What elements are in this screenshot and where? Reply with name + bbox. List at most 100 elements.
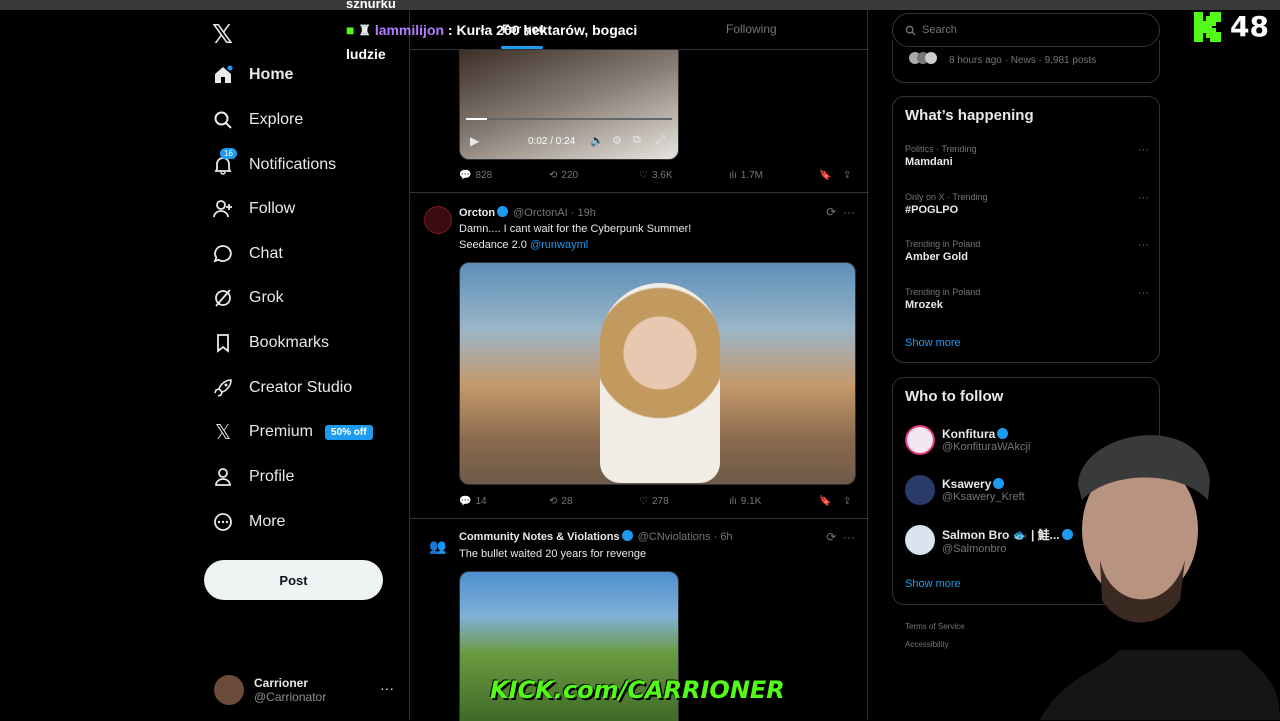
nav-chat-label: Chat [249, 245, 283, 262]
nav-chat[interactable]: Chat [212, 237, 283, 271]
nav-bookmarks-label: Bookmarks [249, 334, 330, 351]
follow-icon [212, 198, 234, 220]
post-time: · 19h [570, 207, 596, 219]
suggestion-name: Konfitura [942, 427, 996, 441]
volume-icon[interactable]: 🔈 [590, 134, 604, 147]
trend-item[interactable]: Only on X · Trending #POGLPO ··· [905, 192, 1149, 216]
repost-icon: ⟲ [549, 496, 558, 507]
nav-profile-label: Profile [249, 468, 295, 485]
repost-button[interactable]: ⟲ 220 [549, 170, 578, 181]
like-count: 3.6K [651, 170, 673, 181]
more-icon[interactable]: ··· [1138, 239, 1149, 251]
bookmark-button[interactable]: 🔖 [819, 170, 831, 181]
show-more-link[interactable]: Show more [905, 578, 961, 590]
author-name[interactable]: Community Notes & Violations [459, 531, 620, 543]
suggestion-handle: @KonfituraWAkcji [942, 441, 1031, 453]
news-card[interactable]: 8 hours ago · News · 9,981 posts [892, 40, 1160, 83]
repost-button[interactable]: ⟲ 28 [549, 496, 573, 507]
post-text-line1: Damn.... I cant wait for the Cyberpunk S… [459, 223, 692, 235]
mention-link[interactable]: @runwayml [530, 239, 588, 251]
more-icon[interactable]: ··· [1138, 192, 1149, 204]
x-logo-icon[interactable]: 𝕏 [212, 20, 233, 50]
avatar[interactable] [424, 206, 452, 234]
more-circle-icon [212, 511, 234, 533]
profile-icon [212, 466, 234, 488]
stream-chat-overlay: sznurku ■ ♜ lammilijon : Kurła 200 hekta… [346, 0, 676, 68]
trend-item[interactable]: Trending in Poland Amber Gold ··· [905, 239, 1149, 263]
share-icon[interactable]: ⇪ [843, 170, 851, 181]
trend-item[interactable]: Trending in Poland Mrozek ··· [905, 287, 1149, 311]
search-placeholder: Search [922, 24, 957, 36]
views-button[interactable]: ılı 9.1K [729, 496, 761, 507]
trend-name: Mrozek [905, 299, 943, 311]
nav-bookmarks[interactable]: Bookmarks [212, 326, 329, 360]
play-icon[interactable]: ▶ [470, 134, 479, 148]
views-button[interactable]: ılı 1.7M [729, 170, 763, 181]
more-icon[interactable]: ··· [380, 680, 394, 696]
nav-notifications[interactable]: 16 Notifications [212, 148, 336, 182]
like-button[interactable]: ♡ 278 [639, 496, 669, 507]
nav-home[interactable]: Home [212, 58, 293, 92]
tab-following[interactable]: Following [726, 22, 777, 36]
post-text: The bullet waited 20 years for revenge [459, 548, 647, 560]
reply-button[interactable]: 💬 828 [459, 170, 492, 181]
more-icon[interactable]: ··· [1138, 144, 1149, 156]
trend-item[interactable]: Politics · Trending Mamdani ··· [905, 144, 1149, 168]
account-switcher[interactable]: Carrioner @Carrionator ··· [214, 670, 394, 710]
account-handle: @Carrionator [254, 690, 327, 704]
fullscreen-icon[interactable]: ⤢ [656, 134, 665, 147]
author-handle[interactable]: @OrctonAI [513, 207, 568, 219]
account-name: Carrioner [254, 676, 309, 690]
trend-meta: Trending in Poland [905, 287, 981, 297]
nav-creator-studio[interactable]: Creator Studio [212, 371, 352, 405]
nav-explore[interactable]: Explore [212, 103, 303, 137]
suggestion-handle: @Ksawery_Kreft [942, 491, 1025, 503]
settings-icon[interactable]: ⚙ [612, 134, 622, 147]
chat-username: lammilijon [374, 22, 445, 38]
post-time: · 6h [713, 531, 733, 543]
trend-name: Mamdani [905, 156, 953, 168]
repost-count: 28 [561, 496, 573, 507]
community-icon[interactable]: 👥 [424, 532, 452, 560]
more-icon[interactable]: ··· [1138, 287, 1149, 299]
post-image[interactable] [459, 262, 856, 485]
repost-count: 220 [561, 170, 579, 181]
avatar [905, 475, 935, 505]
nav-home-label: Home [249, 66, 294, 83]
nav-premium[interactable]: 𝕏 Premium 50% off [212, 415, 373, 449]
nav-more-label: More [249, 513, 286, 530]
home-icon [212, 64, 234, 86]
bell-icon: 16 [212, 148, 237, 176]
view-count: 9.1K [740, 496, 762, 507]
post-menu-icons[interactable]: ⟳ ··· [826, 205, 855, 219]
news-meta: 8 hours ago · News · 9,981 posts [949, 55, 1097, 66]
like-button[interactable]: ♡ 3.6K [639, 170, 673, 181]
chat-text: : Kurła 200 hektarów, bogaci [444, 22, 638, 38]
bookmark-button[interactable]: 🔖 [819, 496, 831, 507]
video-progress-bar[interactable] [466, 118, 672, 120]
post-button[interactable]: Post [204, 560, 383, 600]
footer-terms-link[interactable]: Terms of Service [905, 622, 965, 631]
author-name[interactable]: Orcton [459, 207, 495, 219]
nav-more[interactable]: More [212, 505, 285, 539]
nav-profile[interactable]: Profile [212, 460, 294, 494]
trend-meta: Trending in Poland [905, 239, 981, 249]
author-handle[interactable]: @CNviolations [638, 531, 711, 543]
nav-explore-label: Explore [249, 111, 304, 128]
post-text: Damn.... I cant wait for the Cyberpunk S… [459, 221, 691, 253]
trend-name: #POGLPO [905, 204, 959, 216]
post-menu-icons[interactable]: ⟳ ··· [826, 530, 855, 544]
nav-grok[interactable]: Grok [212, 281, 284, 315]
reply-count: 14 [475, 496, 487, 507]
show-more-link[interactable]: Show more [905, 337, 961, 349]
rocket-icon [212, 377, 234, 399]
footer-accessibility-link[interactable]: Accessibility [905, 640, 949, 649]
nav-follow[interactable]: Follow [212, 192, 295, 226]
nav-grok-label: Grok [249, 289, 284, 306]
post-text-line2: Seedance 2.0 [459, 239, 530, 251]
pip-icon[interactable]: ⧉ [633, 134, 641, 147]
verified-icon [497, 206, 509, 217]
share-icon[interactable]: ⇪ [843, 496, 851, 507]
view-count: 1.7M [740, 170, 764, 181]
reply-button[interactable]: 💬 14 [459, 496, 487, 507]
